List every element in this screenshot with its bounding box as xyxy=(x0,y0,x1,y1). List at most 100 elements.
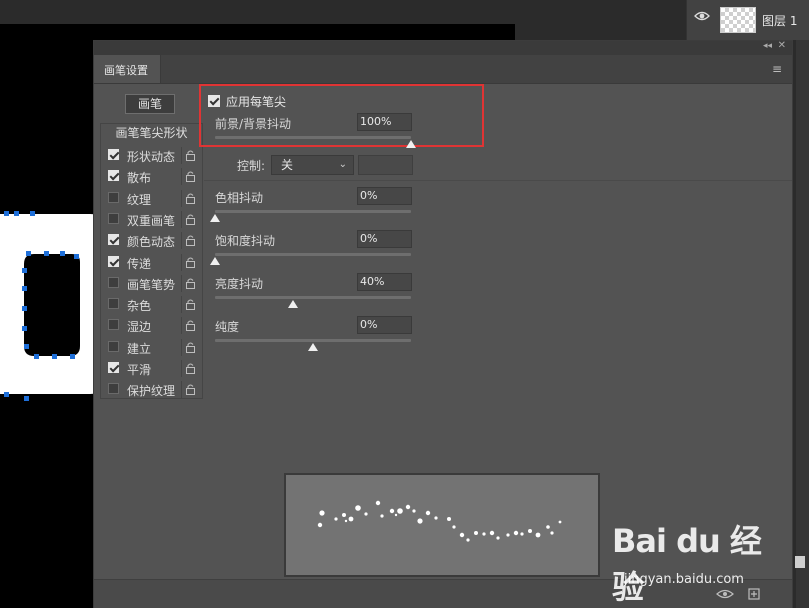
list-item[interactable]: 纹理 xyxy=(101,188,202,209)
list-item[interactable]: 散布 xyxy=(101,166,202,187)
row-divider xyxy=(181,274,182,292)
hue-jitter-input[interactable]: 0% xyxy=(357,187,412,205)
apply-per-tip-checkbox[interactable] xyxy=(208,95,220,107)
lock-icon[interactable] xyxy=(185,277,196,289)
option-checkbox[interactable] xyxy=(108,362,119,373)
option-checkbox[interactable] xyxy=(108,340,119,352)
option-checkbox[interactable] xyxy=(108,234,119,246)
option-label: 湿边 xyxy=(127,320,152,335)
option-checkbox[interactable] xyxy=(108,212,119,224)
lock-icon[interactable] xyxy=(185,170,196,183)
brightness-jitter-label: 亮度抖动 xyxy=(215,277,264,291)
fg-bg-jitter-label: 前景/背景抖动 xyxy=(215,117,292,131)
lock-icon[interactable] xyxy=(185,213,196,225)
brightness-jitter-slider[interactable] xyxy=(215,296,411,299)
row-divider xyxy=(181,317,182,335)
stroke-preview-dots xyxy=(317,500,562,542)
option-label: 平滑 xyxy=(127,363,152,377)
list-item[interactable]: 传递 xyxy=(101,252,202,273)
list-item[interactable]: 颜色动态 xyxy=(101,230,202,251)
option-checkbox[interactable] xyxy=(108,255,119,267)
lock-icon[interactable] xyxy=(185,192,196,204)
option-checkbox[interactable] xyxy=(108,276,119,288)
panel-menu-icon[interactable]: ≡ xyxy=(772,62,782,76)
tab-label: 画笔设置 xyxy=(104,64,148,77)
brush-tip-shape-item[interactable]: 画笔笔尖形状 xyxy=(101,124,202,144)
saturation-jitter-slider[interactable] xyxy=(215,253,411,256)
eye-icon[interactable] xyxy=(694,10,710,26)
control-select-value: 关 xyxy=(281,158,294,172)
layer-name[interactable]: 图层 1 xyxy=(762,12,797,29)
option-label: 纹理 xyxy=(127,192,152,207)
control-label: 控制: xyxy=(237,159,266,173)
hue-jitter-slider[interactable] xyxy=(215,210,411,213)
list-item[interactable]: 保护纹理 xyxy=(101,379,202,400)
control-extra-field xyxy=(358,155,413,175)
saturation-jitter-label: 饱和度抖动 xyxy=(215,234,276,248)
lock-icon[interactable] xyxy=(185,149,196,161)
lock-icon[interactable] xyxy=(185,319,196,332)
option-checkbox[interactable] xyxy=(108,319,119,331)
row-divider xyxy=(181,381,182,399)
list-item[interactable]: 形状动态 xyxy=(101,145,202,166)
list-item[interactable]: 双重画笔 xyxy=(101,209,202,230)
fg-bg-jitter-slider[interactable] xyxy=(215,136,411,139)
control-select[interactable]: 关 ⌄ xyxy=(271,155,354,175)
lock-icon[interactable] xyxy=(185,256,196,268)
option-label: 建立 xyxy=(127,341,152,356)
brush-options-list: 画笔笔尖形状 形状动态散布纹理双重画笔颜色动态传递画笔笔势杂色湿边建立平滑保护纹… xyxy=(100,123,203,399)
lock-icon[interactable] xyxy=(185,362,196,374)
brightness-jitter-input[interactable]: 40% xyxy=(357,273,412,291)
option-label: 形状动态 xyxy=(127,150,176,164)
option-checkbox[interactable] xyxy=(108,191,119,203)
option-checkbox[interactable] xyxy=(108,170,119,182)
brightness-jitter-slider-thumb[interactable] xyxy=(288,300,299,308)
option-checkbox[interactable] xyxy=(108,298,119,310)
lock-icon[interactable] xyxy=(185,341,196,353)
list-item[interactable]: 湿边 xyxy=(101,315,202,336)
row-divider xyxy=(181,210,182,228)
layer-thumbnail[interactable] xyxy=(720,7,756,33)
right-panel-edge xyxy=(796,40,809,608)
row-divider xyxy=(181,360,182,377)
option-label: 双重画笔 xyxy=(127,213,176,228)
list-item[interactable]: 画笔笔势 xyxy=(101,273,202,294)
close-icon[interactable]: ✕ xyxy=(778,40,786,51)
lock-icon[interactable] xyxy=(185,383,196,396)
brush-stroke-preview xyxy=(284,473,600,577)
saturation-jitter-slider-thumb[interactable] xyxy=(210,257,220,265)
apply-per-tip-label: 应用每笔尖 xyxy=(226,95,287,109)
list-item[interactable]: 平滑 xyxy=(101,358,202,379)
list-item[interactable]: 杂色 xyxy=(101,294,202,315)
option-checkbox[interactable] xyxy=(108,149,119,160)
hue-jitter-label: 色相抖动 xyxy=(215,191,264,205)
row-divider xyxy=(181,147,182,164)
option-label: 散布 xyxy=(127,171,152,186)
row-divider xyxy=(181,296,182,314)
hue-jitter-slider-thumb[interactable] xyxy=(210,214,220,222)
option-label: 颜色动态 xyxy=(127,235,176,250)
purity-slider-thumb[interactable] xyxy=(308,343,318,351)
option-label: 画笔笔势 xyxy=(127,277,176,292)
row-divider xyxy=(181,168,182,186)
brush-presets-button[interactable]: 画笔 xyxy=(125,94,175,114)
option-label: 杂色 xyxy=(127,299,152,314)
list-item[interactable]: 建立 xyxy=(101,337,202,358)
watermark-logo: Bai du 经验 jingyan.baidu.com xyxy=(612,516,772,606)
purity-slider[interactable] xyxy=(215,339,411,342)
chevron-down-icon: ⌄ xyxy=(338,159,347,170)
fg-bg-jitter-input[interactable]: 100% xyxy=(357,113,412,131)
row-divider xyxy=(181,189,182,207)
fg-bg-jitter-slider-thumb[interactable] xyxy=(406,140,416,148)
option-checkbox[interactable] xyxy=(108,383,119,395)
lock-icon[interactable] xyxy=(185,234,196,247)
collapse-icon[interactable]: ◂◂ xyxy=(763,41,772,51)
panel-tab-bar: 画笔设置 ≡ xyxy=(94,55,792,84)
tab-brush-settings[interactable]: 画笔设置 xyxy=(94,55,161,83)
purity-input[interactable]: 0% xyxy=(357,316,412,334)
saturation-jitter-input[interactable]: 0% xyxy=(357,230,412,248)
lock-icon[interactable] xyxy=(185,298,196,311)
panel-title-bar[interactable]: ◂◂ ✕ xyxy=(94,40,792,55)
watermark-url: jingyan.baidu.com xyxy=(624,572,744,587)
row-divider xyxy=(181,253,182,271)
